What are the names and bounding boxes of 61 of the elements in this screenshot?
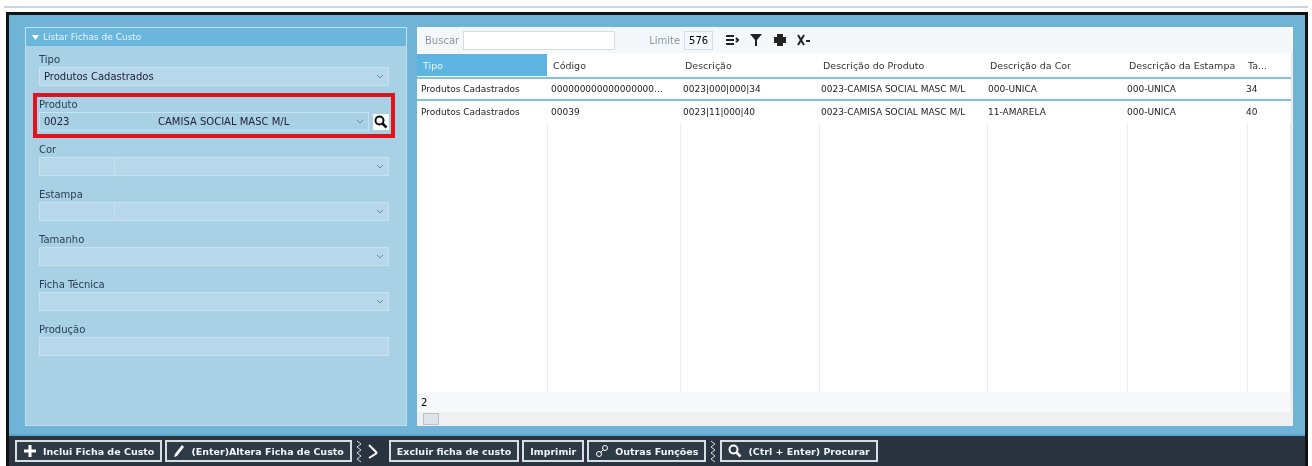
chevron-down-icon bbox=[376, 208, 384, 215]
field-label: Produto bbox=[39, 99, 79, 110]
grip-icon bbox=[354, 439, 363, 463]
dropdown-field[interactable] bbox=[39, 157, 389, 176]
table-cell-text: 0023|11|000|40 bbox=[682, 107, 757, 117]
table-cell-text: 000000000000000000... bbox=[550, 84, 664, 94]
table-cell-text: Produtos Cadastrados bbox=[420, 107, 521, 117]
field-label: Produção bbox=[39, 324, 87, 335]
vertical-scrollbar[interactable] bbox=[1291, 53, 1293, 412]
list-icon[interactable] bbox=[725, 33, 740, 47]
table-cell-text: 0023-CAMISA SOCIAL MASC M/L bbox=[820, 84, 967, 94]
table-cell-text: 000-UNICA bbox=[1126, 107, 1177, 117]
plus-icon bbox=[23, 444, 37, 458]
chevron-down-icon bbox=[356, 118, 364, 125]
field-label: Estampa bbox=[39, 189, 84, 200]
table-cell-text: 000-UNICA bbox=[987, 84, 1038, 94]
field-label: Tamanho bbox=[39, 234, 86, 245]
clear-filter-icon[interactable] bbox=[797, 33, 812, 47]
table-row[interactable]: Produtos Cadastrados 00039 0023|11|000|40 0023-CAMISA SOCIAL MASC M/L 11-AMARELA 000-UNICA 40 bbox=[417, 101, 1291, 123]
limit-field[interactable]: 576 bbox=[684, 30, 714, 50]
table-cell-text: 34 bbox=[1245, 84, 1259, 94]
search-field[interactable] bbox=[463, 30, 616, 50]
search-icon bbox=[728, 444, 743, 458]
field-label: Cor bbox=[39, 144, 58, 155]
table-cell-text: 11-AMARELA bbox=[987, 107, 1047, 117]
dropdown-field[interactable] bbox=[39, 292, 389, 311]
search-button[interactable] bbox=[373, 113, 389, 130]
chevron-down-icon bbox=[376, 253, 384, 260]
table-cell-text: Produtos Cadastrados bbox=[420, 84, 521, 94]
table-cell-text: 40 bbox=[1245, 107, 1259, 117]
search-button[interactable]: (Ctrl + Enter) Procurar bbox=[720, 440, 878, 462]
dropdown-field[interactable]: Produtos Cadastrados bbox=[39, 67, 389, 86]
more-functions-button[interactable]: Outras Funções bbox=[587, 440, 707, 462]
table-cell-text: 0023-CAMISA SOCIAL MASC M/L bbox=[820, 107, 967, 117]
row-count: 2 bbox=[417, 392, 1291, 412]
table-cell-text: 000-UNICA bbox=[1126, 84, 1177, 94]
limit-label: Limite bbox=[649, 34, 681, 46]
print-button[interactable]: Imprimir bbox=[522, 440, 585, 462]
table-cell-text: 0023|000|000|34 bbox=[682, 84, 762, 94]
link-icon bbox=[595, 444, 610, 458]
edit-button[interactable]: (Enter)Altera Ficha de Custo bbox=[165, 440, 352, 462]
pencil-icon bbox=[173, 444, 186, 458]
text-field[interactable] bbox=[39, 337, 389, 356]
search-label: Buscar bbox=[425, 34, 460, 46]
delete-button[interactable]: Excluir ficha de custo bbox=[388, 440, 520, 462]
filter-icon[interactable] bbox=[749, 33, 764, 47]
dropdown-field[interactable]: 0023 CAMISA SOCIAL MASC M/L bbox=[39, 112, 369, 131]
field-label: Ficha Técnica bbox=[39, 279, 106, 290]
chevron-down-icon bbox=[376, 163, 384, 170]
dropdown-field[interactable] bbox=[39, 247, 389, 266]
search-icon bbox=[374, 114, 388, 129]
field-label: Tipo bbox=[39, 54, 62, 65]
add-button[interactable]: Inclui Ficha de Custo bbox=[15, 440, 163, 462]
table-row[interactable]: Produtos Cadastrados 000000000000000000... 0023|000|000|34 0023-CAMISA SOCIAL MASC M/L 000-UNICA 000-UNICA 34 bbox=[417, 77, 1291, 101]
dropdown-field[interactable] bbox=[39, 202, 389, 221]
collapse-icon bbox=[32, 34, 39, 40]
chevron-down-icon bbox=[376, 73, 384, 80]
table-cell-text: 00039 bbox=[550, 107, 581, 117]
grip-icon bbox=[709, 439, 718, 463]
chevron-down-icon bbox=[376, 298, 384, 305]
horizontal-scrollbar[interactable] bbox=[417, 412, 1293, 426]
